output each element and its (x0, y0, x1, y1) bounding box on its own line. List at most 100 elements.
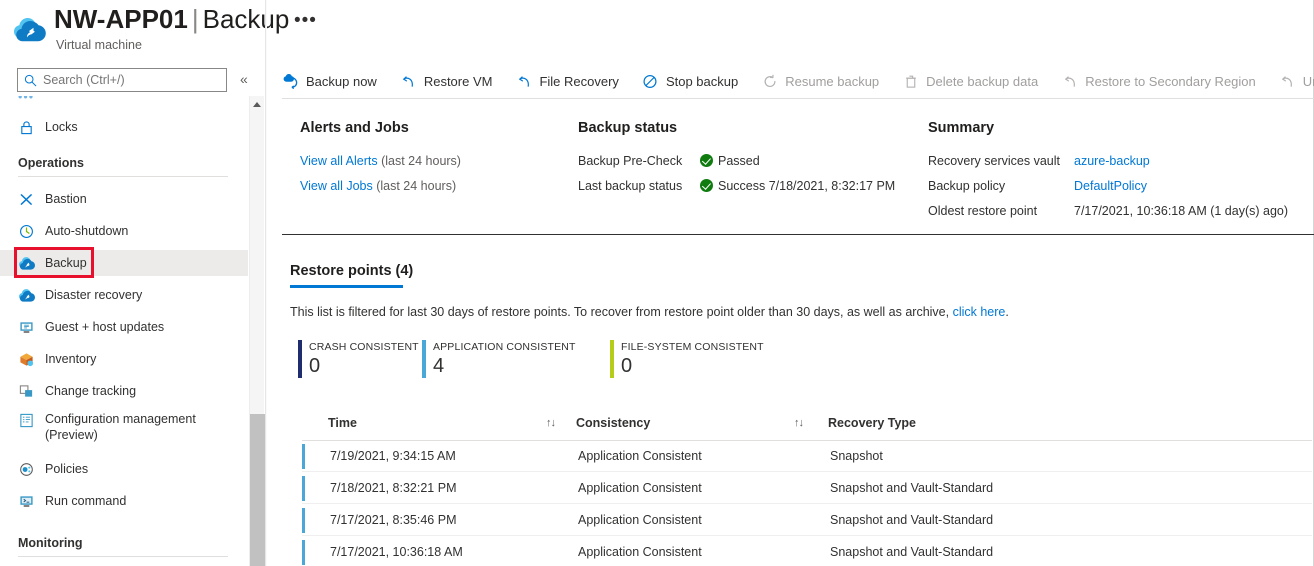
restore-vm-button[interactable]: Restore VM (400, 66, 502, 96)
sidebar-item-label: Bastion (45, 192, 87, 206)
column-header-recovery-type[interactable]: Recovery Type (828, 416, 916, 430)
cell-recovery-type: Snapshot (830, 449, 883, 463)
column-header-consistency[interactable]: Consistency (576, 416, 650, 430)
stat-value: 4 (433, 355, 445, 377)
azure-backup-cloud-icon (14, 18, 46, 42)
cell-consistency: Application Consistent (578, 513, 702, 527)
sidebar-item-label: Policies (45, 462, 89, 476)
sidebar-item-change-tracking[interactable]: Change tracking (0, 378, 248, 404)
recovery-services-vault-link[interactable]: azure-backup (1074, 154, 1150, 168)
sidebar-item-locks[interactable]: Locks (0, 114, 248, 140)
sidebar-item-label: Inventory (45, 352, 97, 366)
sidebar-item-inventory[interactable]: Inventory (0, 346, 248, 372)
section-divider (282, 234, 1314, 235)
stat-value: 0 (621, 355, 633, 377)
cell-time: 7/18/2021, 8:32:21 PM (330, 481, 457, 495)
filter-note-text-2: . (1005, 305, 1009, 319)
sidebar-item-label-line2: (Preview) (45, 428, 98, 442)
command-bar: Backup now Restore VM File Recovery Stop… (282, 64, 1314, 98)
sidebar-item-guest-host-updates[interactable]: Guest + host updates (0, 314, 248, 340)
cell-consistency: Application Consistent (578, 481, 702, 495)
backup-precheck-label: Backup Pre-Check (578, 154, 683, 168)
collapse-sidebar-icon[interactable]: « (240, 71, 248, 87)
table-row[interactable]: 7/18/2021, 8:32:21 PM Application Consis… (302, 473, 1312, 504)
command-label: Delete backup data (926, 73, 1039, 89)
scrollbar-thumb[interactable] (250, 414, 265, 566)
lock-icon (18, 119, 35, 136)
more-menu-icon[interactable]: ••• (294, 11, 317, 31)
view-all-jobs-link[interactable]: View all Jobs (300, 179, 373, 193)
column-header-time[interactable]: Time (328, 416, 357, 430)
backup-now-icon (282, 73, 299, 90)
tab-active-underline (290, 285, 403, 288)
sidebar-item-label: Configuration management (Preview) (45, 411, 196, 443)
backup-now-button[interactable]: Backup now (282, 66, 386, 96)
sidebar-item-bastion[interactable]: Bastion (0, 186, 248, 212)
sidebar-item-policies[interactable]: Policies (0, 456, 248, 482)
cell-consistency: Application Consistent (578, 545, 702, 559)
file-recovery-icon (515, 73, 532, 90)
run-command-icon (18, 493, 35, 510)
stat-accent-bar (422, 340, 426, 378)
sidebar-item-disaster-recovery[interactable]: Disaster recovery (0, 282, 248, 308)
view-all-alerts-suffix: (last 24 hours) (381, 154, 461, 168)
scroll-up-arrow-icon[interactable] (253, 102, 261, 107)
last-backup-status-value: Success 7/18/2021, 8:32:17 PM (718, 179, 896, 193)
filter-note-text-1: This list is filtered for last 30 days o… (290, 305, 953, 319)
sidebar-partial-item: ••• (18, 96, 35, 104)
restore-points-filter-note: This list is filtered for last 30 days o… (290, 305, 1009, 319)
alerts-and-jobs-title: Alerts and Jobs (300, 120, 409, 136)
sidebar-item-auto-shutdown[interactable]: Auto-shutdown (0, 218, 248, 244)
updates-icon (18, 319, 35, 336)
sidebar-divider (18, 556, 228, 557)
sort-icon-consistency[interactable]: ↑↓ (794, 417, 804, 429)
click-here-link[interactable]: click here (953, 305, 1006, 319)
stop-backup-button[interactable]: Stop backup (642, 66, 747, 96)
undelete-button: Undelete (1279, 66, 1314, 96)
backup-policy-link[interactable]: DefaultPolicy (1074, 179, 1147, 193)
command-label: File Recovery (539, 73, 619, 89)
cell-consistency: Application Consistent (578, 449, 702, 463)
sidebar-divider (18, 176, 228, 177)
tab-restore-points[interactable]: Restore points (4) (290, 263, 413, 279)
last-backup-status-label: Last backup status (578, 179, 683, 193)
stat-accent-bar (610, 340, 614, 378)
sidebar-item-label: Auto-shutdown (45, 224, 129, 238)
table-row[interactable]: 7/19/2021, 9:34:15 AM Application Consis… (302, 441, 1312, 472)
restore-icon (1279, 73, 1296, 90)
resource-name: NW-APP01 (54, 4, 188, 34)
sidebar-scrollbar[interactable] (249, 96, 265, 566)
sidebar-item-label: Disaster recovery (45, 288, 143, 302)
blade-header: NW-APP01 | Backup Virtual machine ••• (0, 0, 1314, 60)
search-box[interactable] (17, 68, 227, 92)
sort-icon-time[interactable]: ↑↓ (546, 417, 556, 429)
sidebar-item-label-line1: Configuration management (45, 412, 196, 426)
view-all-alerts-link[interactable]: View all Alerts (300, 154, 378, 168)
stat-label: CRASH CONSISTENT (309, 341, 419, 353)
sidebar-item-label: Locks (45, 120, 78, 134)
cell-recovery-type: Snapshot and Vault-Standard (830, 513, 994, 527)
sidebar-item-label: Change tracking (45, 384, 137, 398)
restore-icon (1061, 73, 1078, 90)
azure-portal-blade: NW-APP01|Backup Virtual machine ••• « ••… (0, 0, 1314, 566)
inventory-icon (18, 351, 35, 368)
table-row[interactable]: 7/17/2021, 8:35:46 PM Application Consis… (302, 505, 1312, 536)
page-name: Backup (202, 4, 290, 34)
trash-icon (902, 73, 919, 90)
resource-menu-sidebar: ••• Locks Operations Bastion Auto-shutdo… (0, 96, 248, 566)
backup-policy-label: Backup policy (928, 179, 1006, 193)
cell-recovery-type: Snapshot and Vault-Standard (830, 545, 994, 559)
sidebar-group-operations: Operations (18, 156, 84, 170)
sidebar-item-run-command[interactable]: Run command (0, 488, 248, 514)
command-label: Stop backup (665, 73, 739, 89)
sidebar-item-backup[interactable]: Backup (0, 250, 248, 276)
command-label: Restore to Secondary Region (1085, 73, 1256, 89)
file-recovery-button[interactable]: File Recovery (515, 66, 627, 96)
table-row[interactable]: 7/17/2021, 10:36:18 AM Application Consi… (302, 537, 1312, 566)
command-label: Restore VM (423, 73, 493, 89)
search-input[interactable] (37, 73, 215, 87)
stop-backup-icon (642, 73, 659, 90)
sidebar-item-configuration-management[interactable]: Configuration management (Preview) (0, 408, 248, 446)
oldest-restore-point-value: 7/17/2021, 10:36:18 AM (1 day(s) ago) (1074, 204, 1289, 218)
backup-cloud-icon (18, 255, 35, 272)
